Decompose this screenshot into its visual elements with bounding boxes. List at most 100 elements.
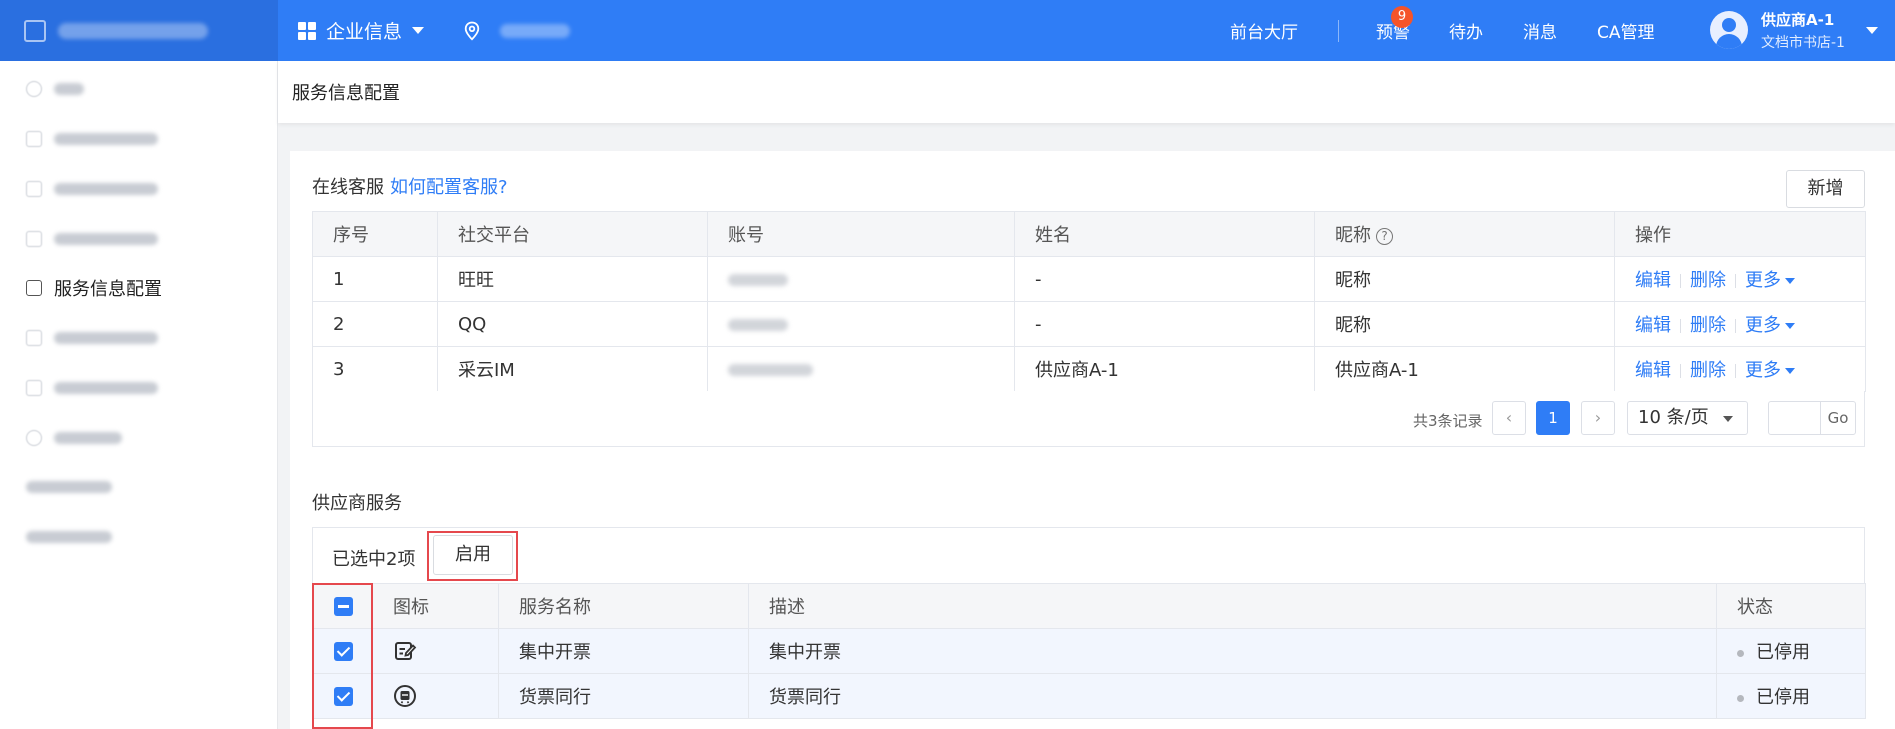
sidebar-item-7[interactable] [26,376,158,400]
col-header-account: 账号 [707,211,1015,257]
next-page-button[interactable]: › [1581,401,1615,435]
sidebar-item-10[interactable] [26,525,112,549]
col-header-icon: 图标 [372,583,499,629]
status-text: 已停用 [1756,642,1810,663]
cell-nickname: 昵称 [1314,256,1615,302]
cell-account [707,256,1015,302]
cell-status: 已停用 [1716,673,1866,719]
menu-icon [26,81,42,97]
user-avatar[interactable] [1710,11,1748,49]
nickname-header-label: 昵称 [1335,225,1371,246]
more-dropdown[interactable]: 更多 [1745,270,1795,291]
table-row: 货票同行 货票同行 已停用 [312,673,1866,719]
invoice-edit-icon [395,642,417,660]
status-dot [1737,649,1744,657]
more-dropdown[interactable]: 更多 [1745,315,1795,336]
cell-platform: 采云IM [437,346,708,392]
delete-link[interactable]: 删除 [1690,315,1726,336]
supplier-service-title: 供应商服务 [312,493,402,514]
cell-description: 集中开票 [748,628,1717,674]
page-jump-input[interactable] [1769,402,1821,434]
menu-icon [26,430,42,446]
sidebar-item-8[interactable] [26,426,122,450]
cell-no: 3 [312,346,438,392]
cell-actions: 编辑 删除 更多 [1614,346,1866,392]
cell-account [707,301,1015,347]
user-name[interactable]: 供应商A-1 [1761,9,1834,30]
supplier-service-table: 图标 服务名称 描述 状态 集中开票 集中开票 已停用 货票同行 货票同行 已停… [312,583,1866,719]
cell-account [707,346,1015,392]
user-menu-chevron-icon[interactable] [1866,27,1878,34]
delete-link[interactable]: 删除 [1690,270,1726,291]
page-header: 服务信息配置 [278,61,1895,123]
delete-link[interactable]: 删除 [1690,360,1726,381]
front-hall-link[interactable]: 前台大厅 [1230,18,1298,43]
menu-icon [26,380,42,396]
account-redacted [728,363,813,376]
ca-management-link[interactable]: CA管理 [1597,18,1655,43]
enterprise-info-menu[interactable]: 企业信息 [298,0,425,61]
logo-icon [24,19,46,42]
online-service-title: 在线客服 如何配置客服? [312,173,508,199]
add-button[interactable]: 新增 [1786,170,1865,208]
sidebar-item-1[interactable] [26,77,84,101]
more-label: 更多 [1745,270,1781,291]
caret-down-icon [1785,323,1795,329]
table-header-row: 图标 服务名称 描述 状态 [312,583,1866,629]
prev-page-button[interactable]: ‹ [1492,401,1526,435]
cell-name: - [1014,301,1315,347]
page-size-select[interactable]: 10 条/页 [1627,401,1748,435]
online-service-heading: 在线客服 [312,177,384,198]
col-header-no: 序号 [312,211,438,257]
more-label: 更多 [1745,315,1781,336]
menu-icon [26,131,42,147]
todo-link[interactable]: 待办 [1449,18,1483,43]
question-circle-icon[interactable]: ? [1376,227,1393,245]
table-row: 1 旺旺 - 昵称 编辑 删除 更多 [312,256,1866,302]
alert-count-badge: 9 [1391,6,1413,28]
edit-link[interactable]: 编辑 [1635,360,1671,381]
account-redacted [728,273,788,286]
cell-name: 供应商A-1 [1014,346,1315,392]
location-selector[interactable] [462,0,570,61]
cell-no: 2 [312,301,438,347]
pagination-total: 共3条记录 [1413,412,1483,430]
goods-ticket-icon [394,685,416,707]
cell-actions: 编辑 删除 更多 [1614,256,1866,302]
col-header-platform: 社交平台 [437,211,708,257]
sidebar-item-4[interactable] [26,227,158,251]
sidebar-item-6[interactable] [26,326,158,350]
cell-service-name: 货票同行 [498,673,749,719]
more-label: 更多 [1745,360,1781,381]
cell-nickname: 昵称 [1314,301,1615,347]
config-help-link[interactable]: 如何配置客服? [390,177,508,198]
caret-down-icon [1785,278,1795,284]
edit-link[interactable]: 编辑 [1635,315,1671,336]
edit-link[interactable]: 编辑 [1635,270,1671,291]
location-pin-icon [464,21,480,40]
nav-divider [1338,20,1339,42]
menu-icon [26,181,42,197]
table-header-row: 序号 社交平台 账号 姓名 昵称? 操作 [312,211,1866,257]
more-dropdown[interactable]: 更多 [1745,360,1795,381]
messages-link[interactable]: 消息 [1523,18,1557,43]
caret-down-icon [1723,416,1733,422]
col-header-service-name: 服务名称 [498,583,749,629]
go-button[interactable]: Go [1821,402,1855,434]
brand-logo[interactable] [0,0,278,61]
cell-platform: 旺旺 [437,256,708,302]
cell-icon [372,673,499,719]
caret-down-icon [1785,368,1795,374]
col-header-name: 姓名 [1014,211,1315,257]
page-jump: Go [1768,401,1856,435]
sidebar-item-3[interactable] [26,177,158,201]
batch-toolbar [312,527,1865,583]
sidebar-item-service-config[interactable]: 服务信息配置 [26,276,162,300]
top-bar: 企业信息 前台大厅 预警 9 待办 消息 CA管理 供应商A-1 文档市书店-1 [0,0,1895,61]
sidebar-item-9[interactable] [26,475,112,499]
cell-name: - [1014,256,1315,302]
cell-service-name: 集中开票 [498,628,749,674]
apps-grid-icon [298,21,316,40]
page-1-button[interactable]: 1 [1536,401,1570,435]
sidebar-item-2[interactable] [26,127,158,151]
